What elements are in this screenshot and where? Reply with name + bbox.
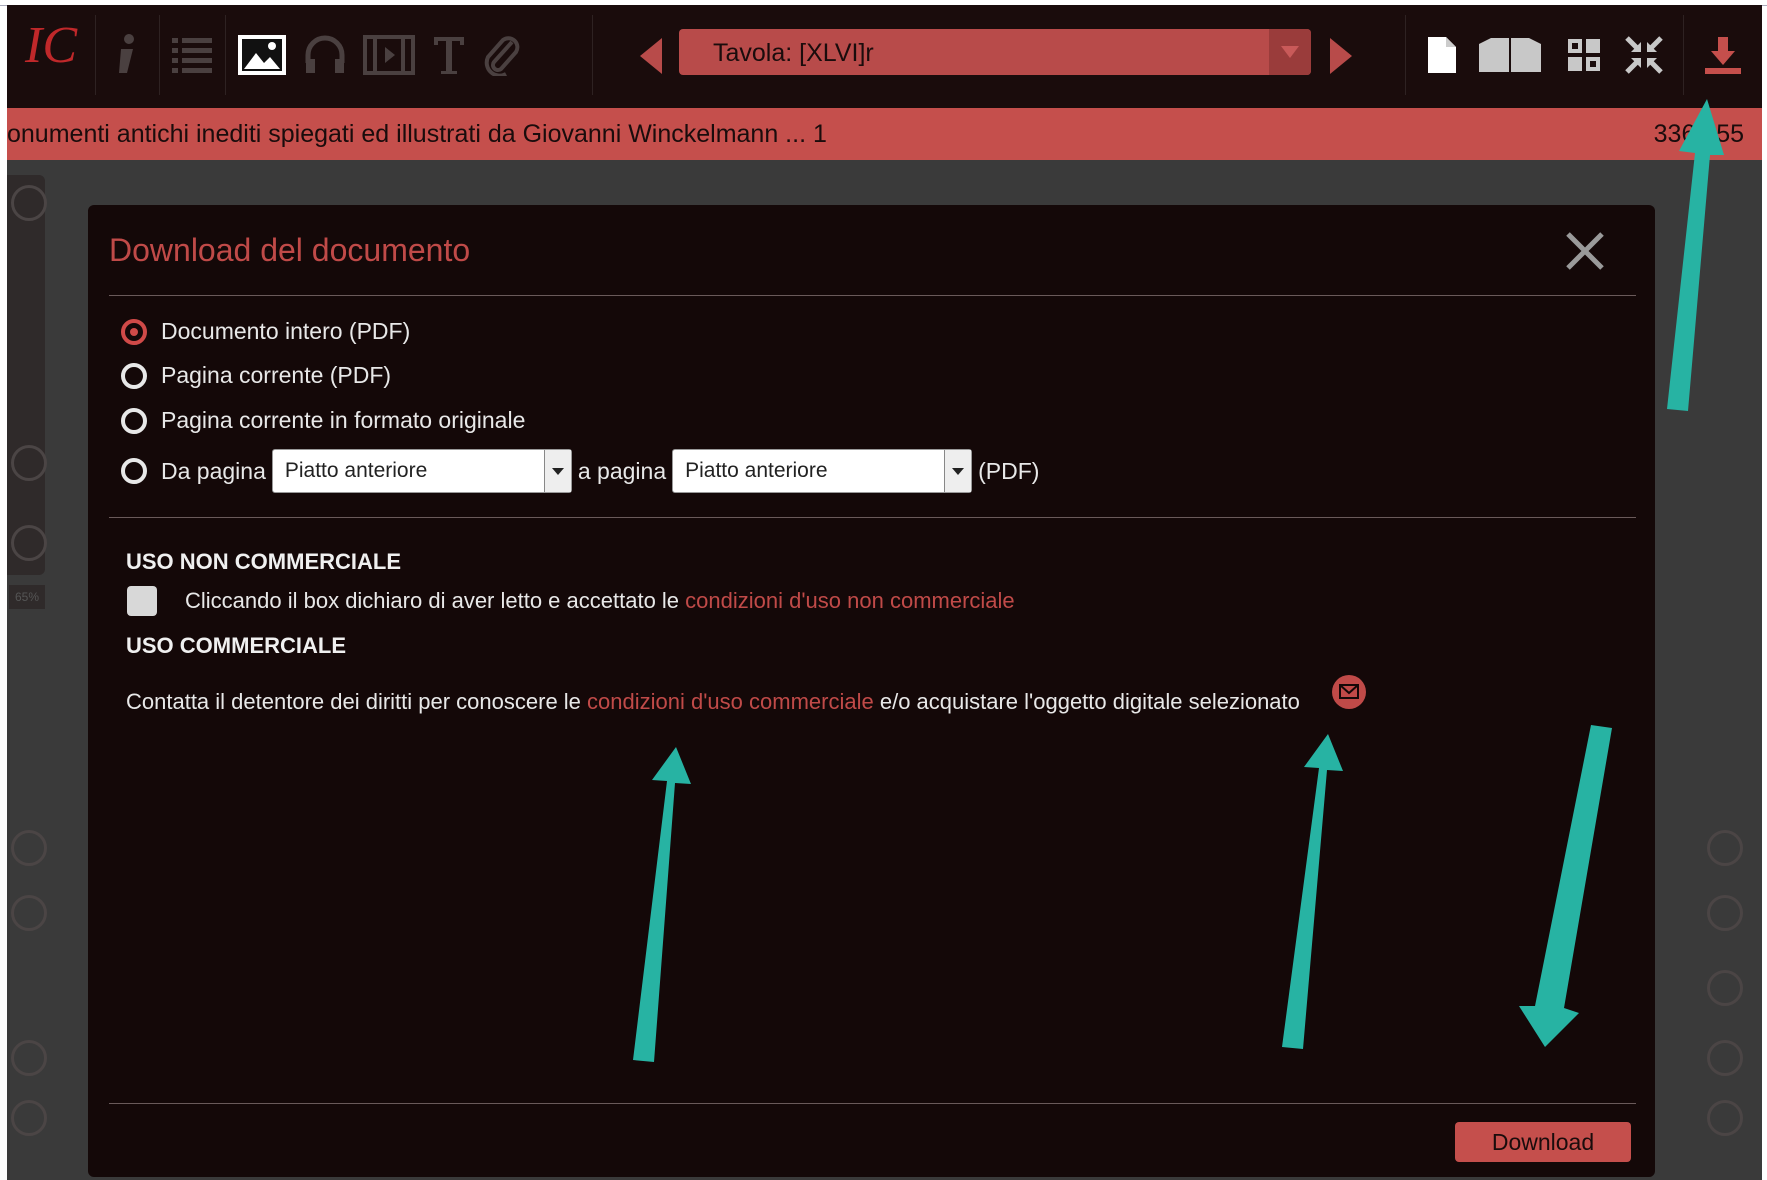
viewer-frame: IC Tavola: [XLVI]r onumenti antichi ined…	[7, 5, 1762, 1180]
annotation-arrow	[1667, 99, 1724, 411]
annotation-arrow	[633, 747, 691, 1062]
annotation-arrow	[1282, 734, 1343, 1049]
annotation-arrows	[633, 99, 1724, 1062]
annotation-arrow	[1519, 725, 1612, 1047]
